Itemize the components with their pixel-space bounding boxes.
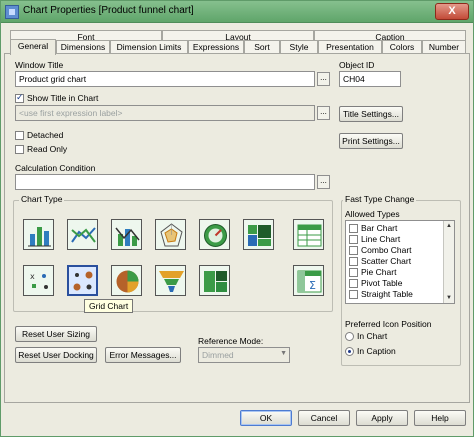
preferred-icon-position-label: Preferred Icon Position <box>345 319 432 329</box>
reference-mode-label: Reference Mode: <box>198 336 264 346</box>
print-settings-button[interactable]: Print Settings... <box>339 133 403 149</box>
apply-button[interactable]: Apply <box>356 410 408 426</box>
cancel-button[interactable]: Cancel <box>298 410 350 426</box>
detached-label: Detached <box>27 130 64 140</box>
gauge-chart-icon[interactable] <box>199 219 230 250</box>
bar-chart-icon[interactable] <box>23 219 54 250</box>
title-expression-input[interactable]: <use first expression label> <box>15 105 315 121</box>
error-messages-button[interactable]: Error Messages... <box>105 347 181 363</box>
allowed-types-scrollbar[interactable]: ▲ ▼ <box>443 221 454 303</box>
svg-text:Σ: Σ <box>309 279 316 292</box>
list-item-label: Scatter Chart <box>361 256 412 266</box>
read-only-label: Read Only <box>27 144 68 154</box>
pie-chart-icon[interactable] <box>111 265 142 296</box>
list-item-label: Straight Table <box>361 289 413 299</box>
allowed-types-label: Allowed Types <box>345 209 400 219</box>
read-only-checkbox[interactable] <box>15 145 24 154</box>
in-caption-label: In Caption <box>357 346 396 356</box>
allowed-pie-chart-checkbox[interactable] <box>349 268 358 277</box>
pivot-table-icon[interactable]: Σ <box>293 265 324 296</box>
scroll-down-icon[interactable]: ▼ <box>444 293 454 303</box>
tab-general[interactable]: General <box>10 39 56 55</box>
app-icon <box>5 5 19 19</box>
chart-type-label: Chart Type <box>19 194 65 204</box>
allowed-bar-chart-checkbox[interactable] <box>349 224 358 233</box>
allowed-types-list[interactable]: Bar Chart Line Chart Combo Chart Scatter… <box>345 220 455 304</box>
in-chart-radio[interactable] <box>345 332 354 341</box>
title-bar[interactable]: Chart Properties [Product funnel chart] … <box>1 1 473 23</box>
title-expression-button[interactable]: ... <box>317 106 330 120</box>
allowed-pivot-table-checkbox[interactable] <box>349 279 358 288</box>
title-settings-button[interactable]: Title Settings... <box>339 106 403 122</box>
window-title-input[interactable]: Product grid chart <box>15 71 315 87</box>
grid-chart-icon[interactable] <box>67 265 98 296</box>
allowed-combo-chart-checkbox[interactable] <box>349 246 358 255</box>
help-button[interactable]: Help <box>414 410 466 426</box>
window-title-label: Window Title <box>15 60 64 70</box>
window-title: Chart Properties [Product funnel chart] <box>23 5 194 16</box>
window-title-expression-button[interactable]: ... <box>317 72 330 86</box>
allowed-line-chart-checkbox[interactable] <box>349 235 358 244</box>
close-button[interactable]: X <box>435 3 469 20</box>
straight-table-icon[interactable] <box>293 219 324 250</box>
scatter-chart-icon[interactable]: x <box>23 265 54 296</box>
funnel-chart-icon[interactable] <box>155 265 186 296</box>
radar-chart-icon[interactable] <box>155 219 186 250</box>
show-title-label: Show Title in Chart <box>27 93 99 103</box>
reference-mode-select[interactable]: Dimmed ▼ <box>198 347 290 363</box>
detached-checkbox[interactable] <box>15 131 24 140</box>
block-chart-icon[interactable] <box>199 265 230 296</box>
list-item-label: Bar Chart <box>361 223 398 233</box>
combo-chart-icon[interactable] <box>111 219 142 250</box>
in-caption-radio[interactable] <box>345 347 354 356</box>
line-chart-icon[interactable] <box>67 219 98 250</box>
fast-type-change-label: Fast Type Change <box>343 194 417 204</box>
calc-condition-label: Calculation Condition <box>15 163 96 173</box>
object-id-input[interactable]: CH04 <box>339 71 401 87</box>
show-title-checkbox[interactable] <box>15 92 24 103</box>
chevron-down-icon: ▼ <box>280 350 287 357</box>
list-item-label: Pivot Table <box>361 278 403 288</box>
allowed-scatter-chart-checkbox[interactable] <box>349 257 358 266</box>
svg-text:x: x <box>30 272 35 281</box>
in-chart-label: In Chart <box>357 331 388 341</box>
chart-properties-dialog: Chart Properties [Product funnel chart] … <box>0 0 474 437</box>
calc-condition-expression-button[interactable]: ... <box>317 175 330 189</box>
allowed-straight-table-checkbox[interactable] <box>349 290 358 299</box>
reference-mode-value: Dimmed <box>202 350 234 360</box>
object-id-label: Object ID <box>339 60 375 70</box>
list-item-label: Pie Chart <box>361 267 397 277</box>
reset-user-sizing-button[interactable]: Reset User Sizing <box>15 326 97 342</box>
mekko-chart-icon[interactable] <box>243 219 274 250</box>
grid-chart-tooltip: Grid Chart <box>84 299 134 313</box>
scroll-up-icon[interactable]: ▲ <box>444 221 454 231</box>
calc-condition-input[interactable] <box>15 174 315 190</box>
list-item-label: Line Chart <box>361 234 401 244</box>
reset-user-docking-button[interactable]: Reset User Docking <box>15 347 97 363</box>
list-item-label: Combo Chart <box>361 245 412 255</box>
ok-button[interactable]: OK <box>240 410 292 426</box>
